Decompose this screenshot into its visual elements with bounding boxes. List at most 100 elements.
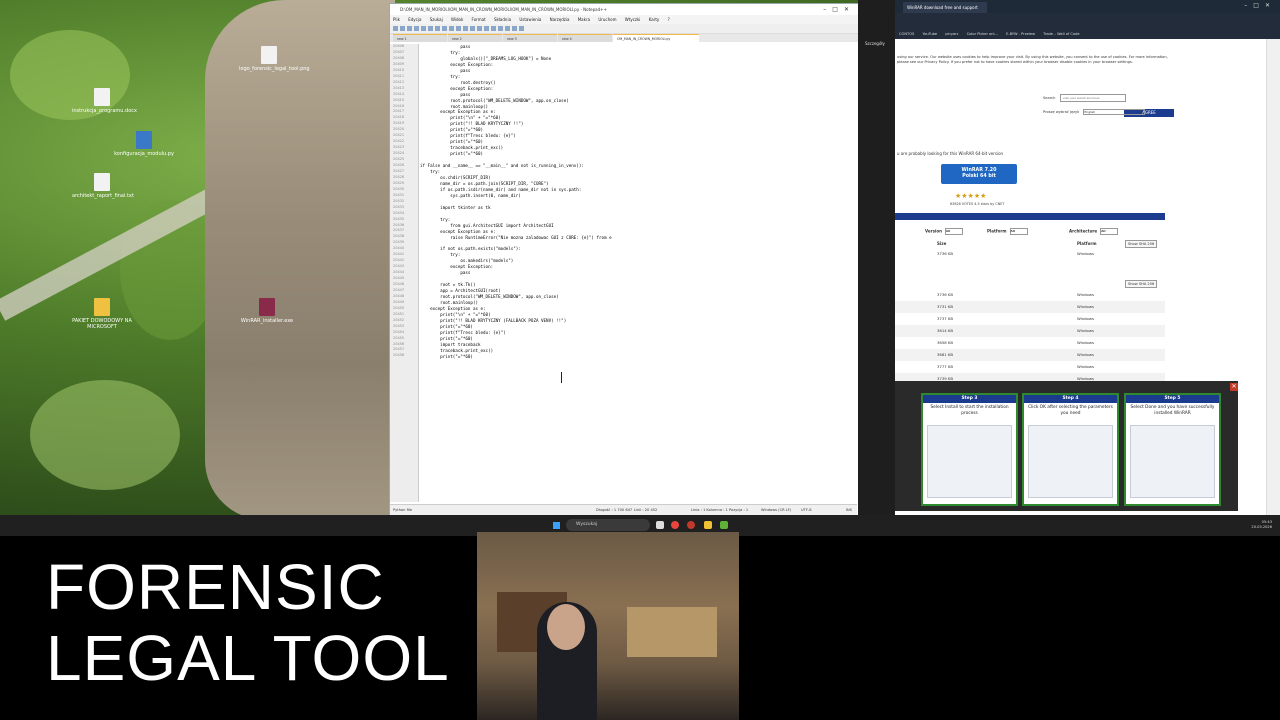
menu-item[interactable]: Wtyczki — [625, 17, 641, 22]
print-icon[interactable] — [428, 26, 433, 31]
chrome-icon[interactable] — [671, 521, 679, 529]
wrap-icon[interactable] — [498, 26, 503, 31]
browser-tab[interactable]: WinRAR download free and support — [903, 2, 987, 13]
browser-sidebar[interactable] — [1266, 39, 1280, 515]
desktop-icon[interactable]: konfiguracja_modulu.py — [114, 131, 174, 157]
paste-icon[interactable] — [449, 26, 454, 31]
code-editor[interactable]: 20406 20407 20408 20409 20410 20411 20412 20413… — [390, 44, 857, 502]
line-number: 20435 — [393, 216, 405, 221]
step-screenshot — [1028, 425, 1113, 498]
platform-select[interactable]: All — [1009, 228, 1028, 235]
size-cell: 3614 KB — [937, 328, 953, 333]
new-file-icon[interactable] — [393, 26, 398, 31]
bookmark-item[interactable]: pinyarc — [945, 32, 958, 36]
menu-item[interactable]: Narzędzia — [550, 17, 570, 22]
bookmark-item[interactable]: E-BYW - Przelew — [1006, 32, 1035, 36]
menu-item[interactable]: Plik — [393, 17, 400, 22]
platform-cell: Windows — [1077, 292, 1094, 297]
window-controls[interactable]: –□✕ — [823, 4, 855, 15]
bookmark-item[interactable]: YouTube — [923, 32, 938, 36]
desktop-icon[interactable]: architekt_raport_final.txt — [72, 173, 134, 199]
line-number: 20443 — [393, 264, 405, 269]
task-view-icon[interactable] — [656, 521, 664, 529]
close-icon[interactable] — [421, 26, 426, 31]
lead-text: u are probably looking for this WinRAR 6… — [897, 151, 1004, 156]
replace-icon[interactable] — [477, 26, 482, 31]
find-icon[interactable] — [470, 26, 475, 31]
search-input[interactable] — [1059, 94, 1126, 102]
step-card: Step 4 Click OK after selecting the para… — [1022, 393, 1119, 506]
architecture-select[interactable]: All — [1100, 228, 1119, 235]
menu-item[interactable]: Składnia — [494, 17, 511, 22]
menu-item[interactable]: Ustawienia — [519, 17, 541, 22]
background-box — [627, 607, 717, 657]
macro-record-icon[interactable] — [512, 26, 517, 31]
line-number: 20413 — [393, 85, 405, 90]
version-select[interactable]: All — [944, 228, 963, 235]
editor-tab[interactable]: new 4 — [558, 34, 612, 42]
indent-guide-icon[interactable] — [505, 26, 510, 31]
show-sha-button[interactable]: Show SHA 256 — [1125, 280, 1158, 288]
system-clock[interactable]: 05:43 20.03.2026 — [1251, 520, 1272, 530]
window-controls[interactable]: –□✕ — [1244, 2, 1276, 9]
notepad-window[interactable]: D:\OM_MAN_IN_MORIOLI\OM_MAN_IN_CROWN_MOR… — [389, 3, 860, 516]
menu-item[interactable]: Uruchom — [598, 17, 616, 22]
notepad-menu-bar: Plik Edycja Szukaj Widok Format Składnia… — [390, 15, 859, 24]
menu-item[interactable]: Format — [472, 17, 486, 22]
window-title: D:\OM_MAN_IN_MORIOLI\OM_MAN_IN_CROWN_MOR… — [400, 7, 607, 12]
open-file-icon[interactable] — [400, 26, 405, 31]
bookmarks-bar: CONTOS YouTube pinyarc Color Picker onl.… — [895, 29, 1280, 39]
line-number: 20408 — [393, 55, 405, 60]
show-sha-button[interactable]: Show SHA 256 — [1125, 240, 1158, 248]
bookmark-item[interactable]: Trade – Wall of Code — [1043, 32, 1079, 36]
windows-start-icon[interactable] — [553, 522, 560, 529]
notepad-plus-plus-icon[interactable] — [720, 521, 728, 529]
editor-tab[interactable]: new 1 — [393, 34, 447, 42]
menu-item[interactable]: ? — [668, 17, 670, 22]
menu-item[interactable]: Szukaj — [430, 17, 443, 22]
notepad-title-bar[interactable]: D:\OM_MAN_IN_MORIOLI\OM_MAN_IN_CROWN_MOR… — [390, 4, 859, 15]
menu-item[interactable]: Makra — [578, 17, 590, 22]
line-number: 20409 — [393, 61, 405, 66]
taskbar-search[interactable]: Wyszukaj — [566, 519, 650, 531]
save-icon[interactable] — [407, 26, 412, 31]
status-position: Linia : 1 Kolumna : 1 Pozycja : 1 — [691, 508, 749, 512]
language-select[interactable]: English — [1083, 109, 1146, 115]
close-icon[interactable]: ✕ — [1230, 383, 1238, 391]
undo-icon[interactable] — [456, 26, 461, 31]
desktop-icon[interactable]: instrukcja_programu.docx — [72, 88, 137, 114]
rating-stars-icon: ★★★★★ — [955, 192, 987, 200]
language-label: Proszę wybrać język — [1043, 110, 1080, 114]
line-number: 20451 — [393, 311, 405, 316]
zoom-in-icon[interactable] — [484, 26, 489, 31]
line-number: 20430 — [393, 186, 405, 191]
zoom-out-icon[interactable] — [491, 26, 496, 31]
editor-tab[interactable]: new 3 — [503, 34, 557, 42]
bookmark-item[interactable]: CONTOS — [899, 32, 914, 36]
desktop-icon[interactable]: logo_forensic_legal_tool.png — [239, 46, 310, 72]
editor-tab[interactable]: new 2 — [448, 34, 502, 42]
editor-tab-active[interactable]: OM_MAN_IN_CROWN_MORIOLI.py — [613, 34, 699, 42]
desktop-icon[interactable]: WinRAR_installer.exe — [237, 298, 297, 324]
opera-icon[interactable] — [687, 521, 695, 529]
save-all-icon[interactable] — [414, 26, 419, 31]
line-number: 20444 — [393, 270, 405, 275]
desktop-icon[interactable]: PAKIET DOWODOWY NA MICROSOFT — [72, 298, 132, 330]
copy-icon[interactable] — [442, 26, 447, 31]
download-button[interactable]: WinRAR 7.20 Polski 64 bit — [941, 164, 1017, 184]
status-lines: Linii : 20 452 — [634, 508, 658, 512]
macro-play-icon[interactable] — [519, 26, 524, 31]
folder-icon — [94, 298, 110, 316]
bookmark-item[interactable]: Color Picker onl... — [967, 32, 998, 36]
code-text[interactable]: pass try: globals()["_DREAMS_LOG_HOOK"] … — [420, 44, 857, 360]
menu-item[interactable]: Karty — [649, 17, 660, 22]
address-bar[interactable] — [895, 13, 1280, 29]
line-number: 20457 — [393, 347, 405, 352]
file-explorer-icon[interactable] — [704, 521, 712, 529]
language-row: Proszę wybrać język English — [1043, 109, 1146, 115]
redo-icon[interactable] — [463, 26, 468, 31]
cut-icon[interactable] — [435, 26, 440, 31]
menu-item[interactable]: Edycja — [408, 17, 421, 22]
menu-item[interactable]: Widok — [451, 17, 463, 22]
line-number: 20454 — [393, 329, 405, 334]
